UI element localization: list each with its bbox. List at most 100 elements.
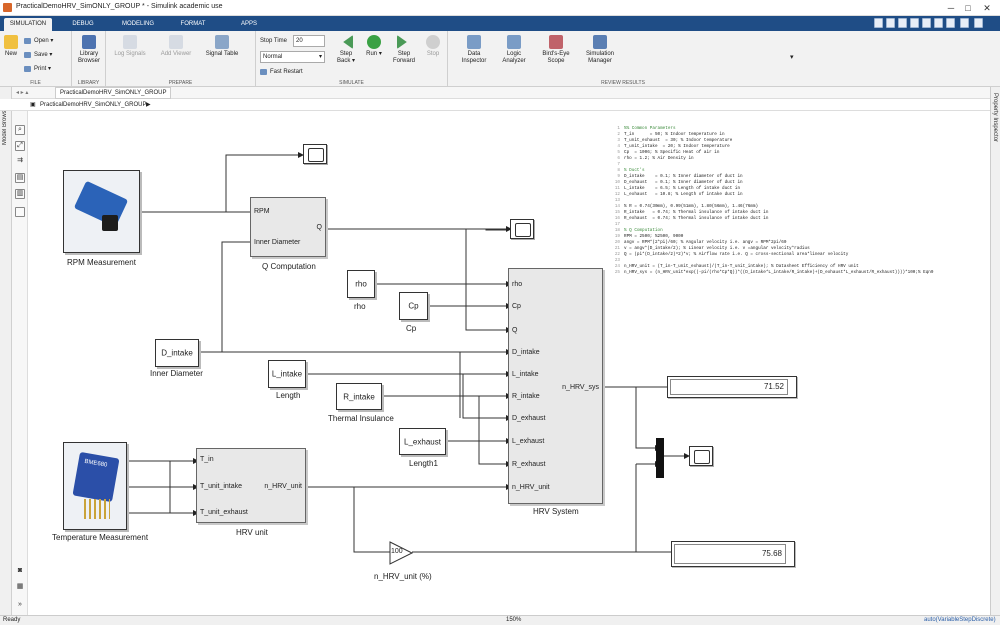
rpm-sensor-block[interactable] <box>63 170 140 253</box>
expand-icon[interactable]: » <box>15 601 25 611</box>
property-inspector-label[interactable]: Property Inspector <box>992 93 998 142</box>
code-line: 23 <box>610 258 990 264</box>
print-button[interactable]: Print ▾ <box>24 65 51 73</box>
tab-debug[interactable]: DEBUG <box>62 18 104 31</box>
maximize-button[interactable]: □ <box>961 2 975 14</box>
code-line: 20 angv = RPM*(2*pi)/60; % Angular veloci… <box>610 240 990 246</box>
hrv-unit-label: HRV unit <box>236 528 268 537</box>
scope-rpm[interactable] <box>303 144 327 164</box>
collapse-ribbon-icon[interactable] <box>974 18 983 28</box>
cp-constant[interactable]: Cp <box>399 292 428 320</box>
code-line-number: 22 <box>614 252 620 257</box>
camera-icon[interactable]: ◙ <box>15 567 25 577</box>
port-rpm: RPM <box>254 208 270 215</box>
tab-simulation[interactable]: SIMULATION <box>4 18 52 31</box>
breadcrumb-path[interactable]: PracticalDemoHRV_SimONLY_GROUP <box>40 99 146 111</box>
code-line-text: T_in = 50; % Indoor temperature in <box>624 132 725 137</box>
tab-apps[interactable]: APPS <box>230 18 268 31</box>
hierarchy-icon[interactable]: ▦ <box>15 583 25 593</box>
gain-block[interactable] <box>388 540 414 566</box>
scope-q[interactable] <box>510 219 534 239</box>
code-line-number: 3 <box>617 138 620 143</box>
stop-time-input[interactable]: 20 <box>293 35 325 47</box>
data-inspector-button[interactable]: Data Inspector <box>456 35 492 65</box>
wire-mux-1 <box>635 387 655 449</box>
log-signals-button[interactable]: Log Signals <box>112 35 148 58</box>
search-icon[interactable] <box>922 18 931 28</box>
simulation-mode-select[interactable]: Normal ▾ <box>260 51 325 63</box>
birds-eye-scope-button[interactable]: Bird's-Eye Scope <box>536 35 576 65</box>
community-icon[interactable] <box>946 18 955 28</box>
code-line-text: Q = (pi*(D_intake/2)^2)*v; % Airflow rat… <box>624 252 849 257</box>
model-browser-label[interactable]: Model Browser <box>2 105 8 145</box>
wire-q-hrv <box>465 229 506 331</box>
close-button[interactable]: ✕ <box>980 2 994 14</box>
bme680-chip-label: BME680 <box>83 458 108 469</box>
save-quick-icon[interactable] <box>886 18 895 28</box>
redo-icon[interactable] <box>910 18 919 28</box>
new-button[interactable]: New <box>2 35 20 58</box>
step-back-button[interactable]: Step Back ▾ <box>334 35 358 65</box>
port-q: Q <box>316 224 322 231</box>
help-icon[interactable] <box>960 18 969 28</box>
r-intake-constant[interactable]: R_intake <box>336 383 382 410</box>
stop-button[interactable]: Stop <box>422 35 444 58</box>
window-title: PracticalDemoHRV_SimONLY_GROUP * - Simul… <box>16 3 223 10</box>
port-rho: rho <box>512 281 523 288</box>
simulation-manager-button[interactable]: Simulation Manager <box>580 35 620 65</box>
code-line: 2 T_in = 50; % Indoor temperature in <box>610 132 990 138</box>
hrv-system-block[interactable]: rho Cp Q D_intake L_intake R_intake D_ex… <box>508 268 603 504</box>
l-exhaust-constant[interactable]: L_exhaust <box>399 428 446 455</box>
q-computation-block[interactable]: RPM Inner Diameter Q <box>250 197 326 257</box>
step-forward-button[interactable]: Step Forward <box>390 35 418 65</box>
q-computation-label: Q Computation <box>262 262 316 271</box>
nav-arrows-icon[interactable]: ◂ ▸ ▴ <box>16 87 28 99</box>
port-l-intake: L_intake <box>512 371 539 378</box>
code-line-text: v = angv*(D_intake/2); % Linear velocity… <box>624 246 810 251</box>
solver-link[interactable]: auto(VariableStepDiscrete) <box>924 616 996 625</box>
mux-block[interactable] <box>656 438 664 478</box>
hrv-system-label: HRV System <box>533 507 579 516</box>
save-button[interactable]: Save ▾ <box>24 51 52 59</box>
tab-format[interactable]: FORMAT <box>172 18 214 31</box>
log-signals-icon <box>123 35 137 49</box>
quick-access-icon[interactable] <box>874 18 883 28</box>
code-line-number: 1 <box>617 126 620 131</box>
code-line: 17 <box>610 222 990 228</box>
annotation-icon[interactable]: ▥ <box>15 189 25 199</box>
run-button[interactable]: Run ▾ <box>362 35 386 58</box>
scope-hrv[interactable] <box>689 446 713 466</box>
add-viewer-button[interactable]: Add Viewer <box>158 35 194 58</box>
arrow-right-icon[interactable]: ⇉ <box>15 157 25 167</box>
fit-view-icon[interactable]: ⤢ <box>15 141 25 151</box>
area-icon[interactable] <box>15 207 25 217</box>
hrv-unit-block[interactable]: T_in T_unit_intake T_unit_exhaust n_HRV_… <box>196 448 306 523</box>
gain-label: n_HRV_unit (%) <box>374 572 432 581</box>
code-line: 7 <box>610 162 990 168</box>
parameter-annotation[interactable]: 1 %% Common Parameters 2 T_in = 50; % Indoo… <box>610 126 990 336</box>
rho-constant[interactable]: rho <box>347 270 375 298</box>
model-tab[interactable]: PracticalDemoHRV_SimONLY_GROUP <box>55 87 172 99</box>
minimize-button[interactable]: ─ <box>944 2 958 14</box>
d-intake-constant[interactable]: D_intake <box>155 339 199 367</box>
breadcrumb: ▣ PracticalDemoHRV_SimONLY_GROUP ▶ <box>0 99 990 111</box>
code-line-number: 7 <box>617 162 620 167</box>
image-icon[interactable]: ▤ <box>15 173 25 183</box>
zoom-icon[interactable]: ⌕ <box>15 125 25 135</box>
zoom-level: 150% <box>506 617 522 623</box>
wire-dintake-qcomp <box>221 241 250 352</box>
code-line-text: R_intake = 0.74; % Thermal insulance of … <box>624 210 769 215</box>
l-intake-constant[interactable]: L_intake <box>268 360 306 388</box>
code-line-text: RPM = 2500; %2500, 9000 <box>624 234 684 239</box>
ribbon-expand-icon[interactable]: ▾ <box>790 53 794 61</box>
signal-table-button[interactable]: Signal Table <box>204 35 240 58</box>
d-intake-label: Inner Diameter <box>150 369 203 378</box>
logic-analyzer-button[interactable]: Logic Analyzer <box>496 35 532 65</box>
tab-modeling[interactable]: MODELING <box>112 18 164 31</box>
library-browser-button[interactable]: Library Browser <box>74 35 104 65</box>
undo-icon[interactable] <box>898 18 907 28</box>
temperature-sensor-block[interactable]: BME680 <box>63 442 127 530</box>
open-button[interactable]: Open ▾ <box>24 37 53 45</box>
fast-restart-toggle[interactable]: Fast Restart <box>260 68 303 76</box>
notification-icon[interactable] <box>934 18 943 28</box>
